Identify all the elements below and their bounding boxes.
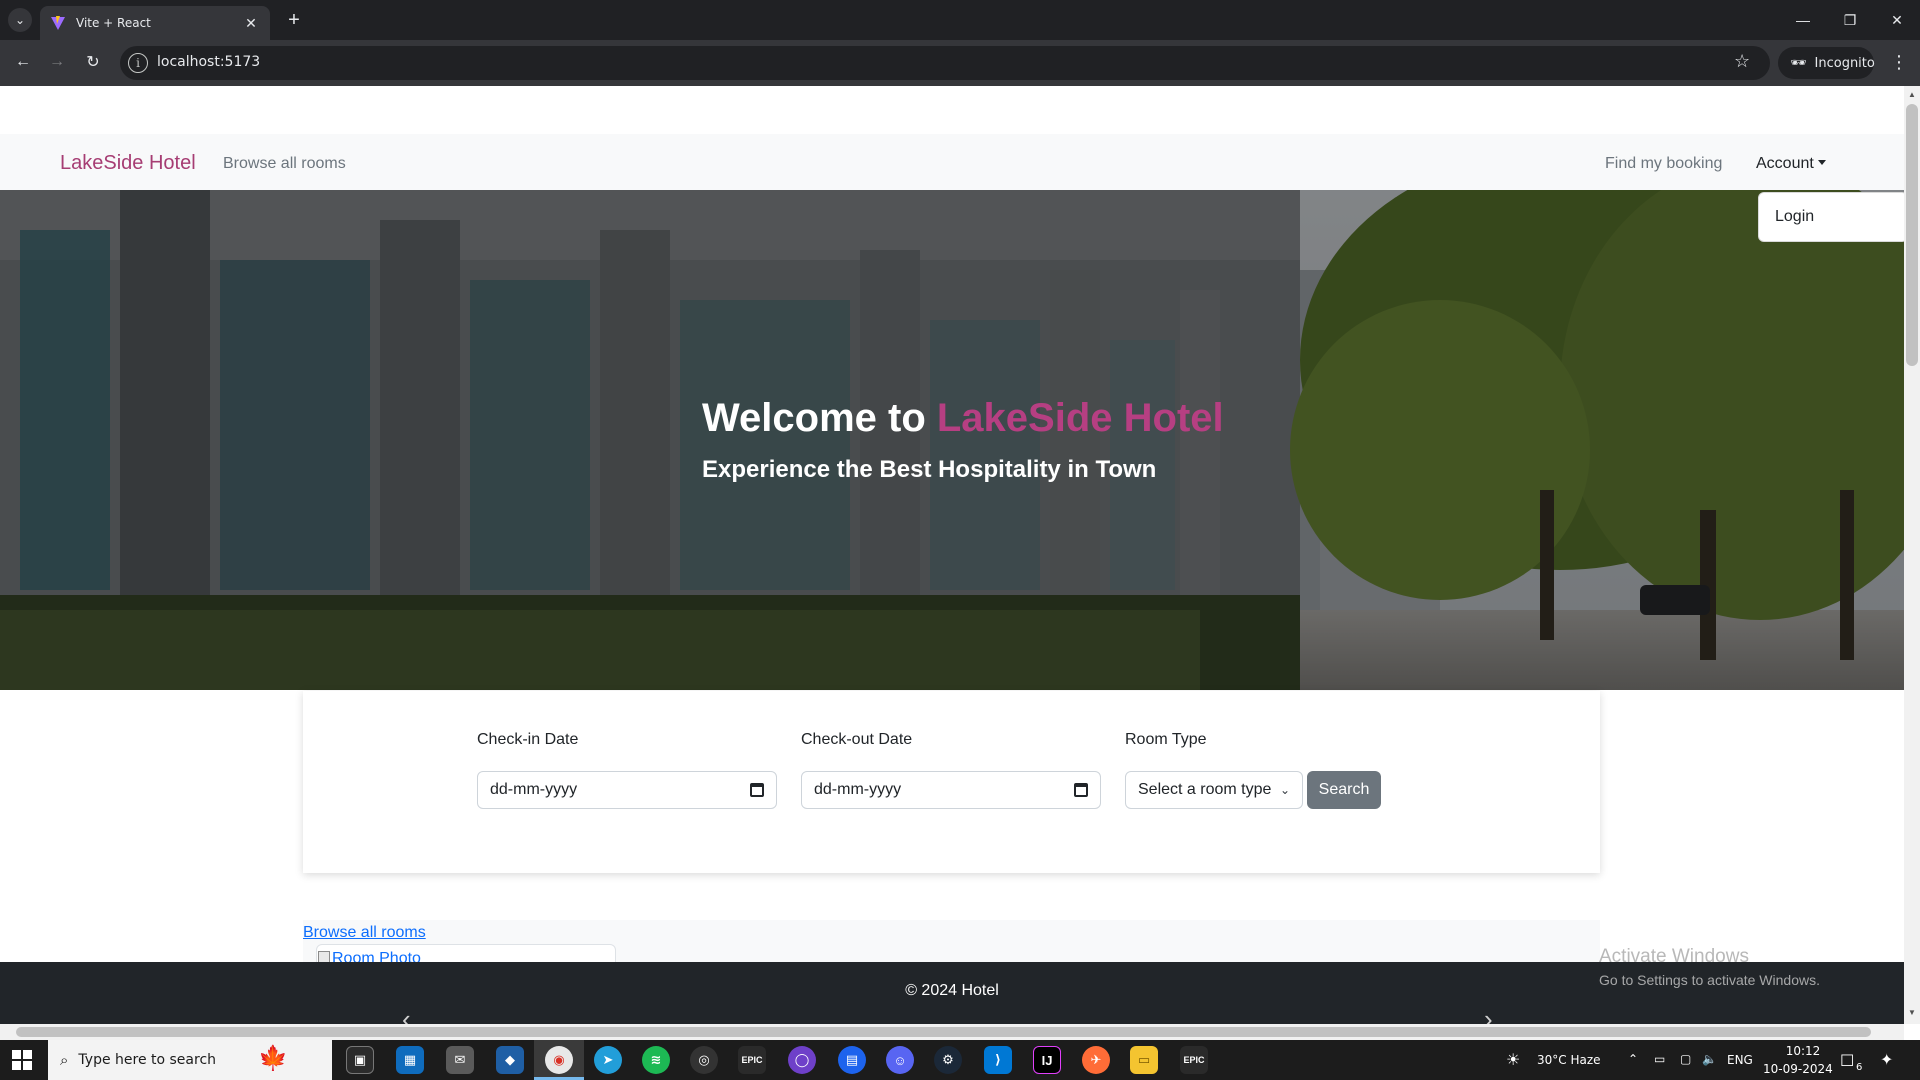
calendar-icon[interactable]: [1074, 783, 1088, 797]
docker-icon[interactable]: ▤: [838, 1046, 866, 1074]
taskbar-search-placeholder: Type here to search: [78, 1052, 217, 1068]
activate-windows-subtitle: Go to Settings to activate Windows.: [1599, 972, 1820, 988]
tab-list-chevron-down-icon[interactable]: ⌄: [8, 8, 32, 32]
incognito-badge[interactable]: 🕶 Incognito: [1778, 47, 1875, 79]
chrome-icon[interactable]: ◉: [545, 1046, 573, 1074]
github-desktop-icon[interactable]: ◯: [788, 1046, 816, 1074]
checkin-placeholder: dd-mm-yyyy: [490, 781, 578, 798]
copilot-icon[interactable]: ✦: [1880, 1050, 1893, 1069]
microsoft-store-icon[interactable]: ▦: [396, 1046, 424, 1074]
notification-count: 6: [1856, 1062, 1863, 1073]
nav-account-dropdown[interactable]: Account: [1756, 155, 1826, 173]
page-viewport: LakeSide Hotel Browse all rooms Find my …: [0, 86, 1904, 1024]
dropdown-login[interactable]: Login: [1775, 208, 1814, 226]
telegram-icon[interactable]: ➤: [594, 1046, 622, 1074]
checkout-label: Check-out Date: [801, 731, 913, 748]
close-icon[interactable]: ✕: [242, 15, 260, 32]
tray-chevron-up-icon[interactable]: ⌃: [1628, 1052, 1638, 1066]
roomtype-label: Room Type: [1125, 731, 1207, 748]
taskbar-search-box[interactable]: ⌕ Type here to search: [48, 1040, 332, 1080]
language-indicator[interactable]: ENG: [1727, 1053, 1753, 1067]
vscode-icon[interactable]: ⟩: [984, 1046, 1012, 1074]
search-icon: ⌕: [60, 1051, 69, 1069]
task-view-icon[interactable]: ▣: [346, 1046, 374, 1074]
address-bar[interactable]: [120, 46, 1770, 80]
clock-time[interactable]: 10:12: [1777, 1044, 1829, 1058]
hero-title: Welcome to LakeSide Hotel: [702, 396, 1224, 441]
tab-title: Vite + React: [76, 16, 151, 30]
back-arrow-icon[interactable]: ←: [10, 49, 36, 75]
forward-arrow-icon[interactable]: →: [44, 49, 70, 75]
bookmark-star-icon[interactable]: ☆: [1734, 51, 1750, 72]
clock-date[interactable]: 10-09-2024: [1763, 1062, 1833, 1076]
epic-games-icon[interactable]: EPIC: [738, 1046, 766, 1074]
search-highlight-icon: 🍁: [258, 1045, 288, 1072]
caret-down-icon: [1817, 160, 1826, 165]
scroll-down-icon[interactable]: ▼: [1906, 1008, 1918, 1020]
hero-title-accent: LakeSide Hotel: [936, 396, 1224, 440]
browser-tab[interactable]: Vite + React ✕: [40, 6, 270, 40]
checkout-placeholder: dd-mm-yyyy: [814, 781, 902, 798]
calendar-icon[interactable]: [750, 783, 764, 797]
postman-icon[interactable]: ✈: [1082, 1046, 1110, 1074]
browser-tab-bar: ⌄ Vite + React ✕ + — ❐ ✕: [0, 0, 1920, 40]
windows-start-icon[interactable]: [12, 1050, 32, 1070]
intellij-icon[interactable]: IJ: [1033, 1046, 1061, 1074]
site-info-icon[interactable]: i: [128, 53, 148, 73]
weather-icon: ☀: [1506, 1050, 1521, 1069]
vertical-scroll-thumb[interactable]: [1906, 104, 1918, 366]
checkin-date-input[interactable]: dd-mm-yyyy: [477, 771, 777, 809]
weather-text[interactable]: 30°C Haze: [1537, 1053, 1601, 1067]
search-button[interactable]: Search: [1307, 771, 1381, 809]
notification-icon[interactable]: ☐: [1840, 1051, 1854, 1070]
checkin-label: Check-in Date: [477, 731, 579, 748]
minimize-icon[interactable]: —: [1780, 0, 1826, 40]
tray-display-icon[interactable]: ▢: [1680, 1052, 1691, 1066]
nav-find-booking[interactable]: Find my booking: [1605, 155, 1722, 173]
browser-menu-kebab-icon[interactable]: ⋮: [1890, 52, 1908, 73]
new-tab-plus-icon[interactable]: +: [282, 8, 306, 32]
url-text[interactable]: localhost:5173: [157, 54, 260, 70]
carousel-next-icon[interactable]: ›: [1484, 1004, 1493, 1024]
tray-network-icon[interactable]: ▭: [1654, 1052, 1665, 1066]
obs-icon[interactable]: ◎: [690, 1046, 718, 1074]
account-dropdown-menu: Login: [1758, 192, 1904, 242]
activate-windows-title: Activate Windows: [1599, 946, 1749, 967]
restore-icon[interactable]: ❐: [1827, 0, 1873, 40]
hero-subtitle: Experience the Best Hospitality in Town: [702, 456, 1157, 483]
nav-browse-rooms[interactable]: Browse all rooms: [223, 155, 346, 173]
discord-icon[interactable]: ☺: [886, 1046, 914, 1074]
spotify-icon[interactable]: ≋: [642, 1046, 670, 1074]
file-app-icon[interactable]: ◆: [496, 1046, 524, 1074]
epic-launcher-icon[interactable]: EPIC: [1180, 1046, 1208, 1074]
hero-banner: Welcome to LakeSide Hotel Experience the…: [0, 190, 1904, 690]
brand-link[interactable]: LakeSide Hotel: [60, 152, 196, 175]
room-type-selected: Select a room type: [1138, 781, 1272, 798]
tray-volume-icon[interactable]: 🔈: [1702, 1052, 1717, 1066]
incognito-icon: 🕶: [1790, 55, 1807, 71]
file-explorer-icon[interactable]: ▭: [1130, 1046, 1158, 1074]
chevron-down-icon: ⌄: [1279, 783, 1290, 797]
window-close-icon[interactable]: ✕: [1874, 0, 1920, 40]
horizontal-scroll-thumb[interactable]: [16, 1027, 1871, 1037]
scroll-up-icon[interactable]: ▲: [1906, 90, 1918, 102]
account-label: Account: [1756, 155, 1814, 172]
reload-icon[interactable]: ↻: [80, 49, 106, 75]
checkout-date-input[interactable]: dd-mm-yyyy: [801, 771, 1101, 809]
browse-all-rooms-link[interactable]: Browse all rooms: [303, 924, 426, 942]
incognito-label: Incognito: [1814, 55, 1875, 71]
steam-icon[interactable]: ⚙: [934, 1046, 962, 1074]
vite-favicon-icon: [51, 16, 65, 30]
mail-icon[interactable]: ✉: [446, 1046, 474, 1074]
room-type-select[interactable]: Select a room type ⌄: [1125, 771, 1303, 809]
hero-title-prefix: Welcome to: [702, 396, 937, 440]
carousel-prev-icon[interactable]: ‹: [402, 1004, 411, 1024]
